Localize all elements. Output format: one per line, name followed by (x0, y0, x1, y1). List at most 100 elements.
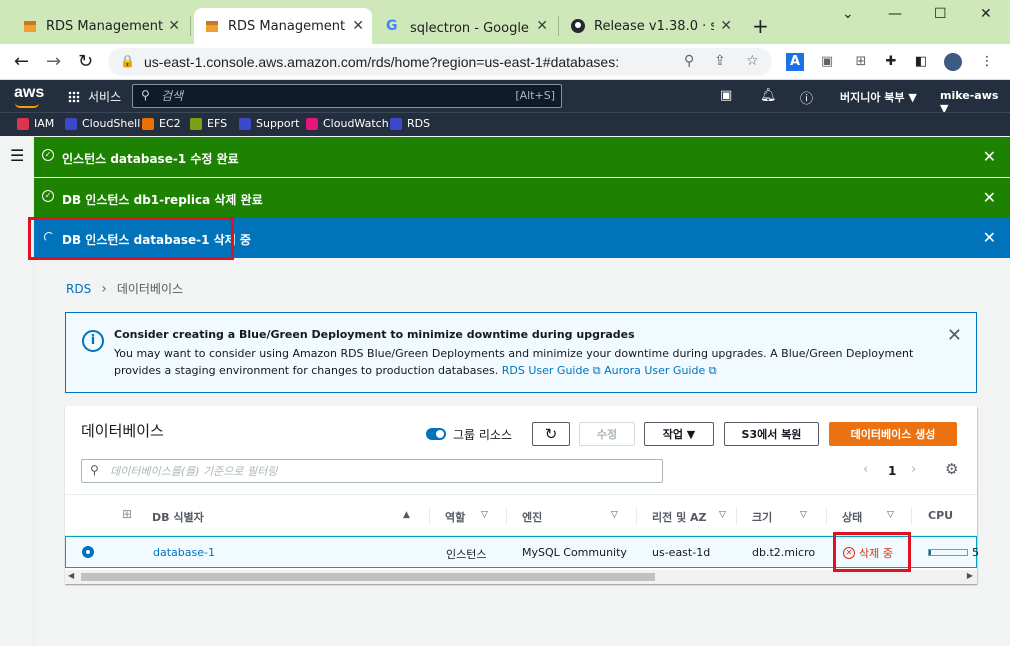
sort-icon[interactable]: ▽ (611, 510, 618, 520)
translate-extension-icon[interactable]: A (786, 53, 804, 71)
column-status[interactable]: 상태 (842, 509, 862, 525)
address-bar[interactable]: 🔒 us-east-1.console.aws.amazon.com/rds/h… (108, 48, 772, 76)
settings-gear-icon[interactable]: ⚙ (945, 460, 958, 478)
new-tab-icon[interactable]: + (752, 14, 769, 38)
column-db-identifier[interactable]: DB 식별자 (152, 509, 204, 525)
window-close-icon[interactable]: ✕ (980, 6, 992, 22)
flash-success: ✓ 인스턴스 database-1 수정 완료 ✕ (34, 137, 1010, 177)
column-cpu[interactable]: CPU (928, 509, 953, 522)
highlight-box (833, 532, 911, 572)
share-icon[interactable]: ⇪ (714, 53, 726, 69)
notifications-bell-icon[interactable]: 🔔︎ (760, 88, 777, 103)
dismiss-close-icon[interactable]: ✕ (983, 228, 996, 247)
dismiss-close-icon[interactable]: ✕ (983, 188, 996, 207)
page-number[interactable]: 1 (888, 464, 896, 478)
scrollbar-thumb[interactable] (81, 573, 655, 581)
tab-title: RDS Management Co (46, 18, 166, 34)
cloudwatch-icon (306, 117, 318, 130)
db-identifier-link[interactable]: database-1 (153, 546, 215, 559)
tab-search-icon[interactable]: ⌄ (842, 6, 854, 22)
favorite-support[interactable]: Support (239, 117, 299, 130)
column-role[interactable]: 역할 (445, 509, 465, 525)
favorite-iam[interactable]: IAM (17, 117, 54, 130)
maximize-icon[interactable]: ☐ (934, 6, 947, 22)
next-page-icon[interactable]: › (911, 462, 916, 477)
modify-button[interactable]: 수정 (579, 422, 635, 446)
column-region-az[interactable]: 리전 및 AZ (652, 509, 707, 525)
browser-toolbar: ← → ↻ 🔒 us-east-1.console.aws.amazon.com… (0, 44, 1010, 80)
filter-box[interactable]: ⚲ (81, 459, 663, 483)
favorites-bar: IAM CloudShell EC2 EFS Support CloudWatc… (0, 112, 1010, 136)
browser-tab[interactable]: G sqlectron - Google 검 ✕ (376, 8, 556, 44)
check-circle-icon: ✓ (42, 190, 54, 202)
scroll-left-icon[interactable]: ◀ (68, 571, 74, 580)
forward-icon[interactable]: → (46, 51, 61, 72)
lock-icon[interactable]: 🔒 (120, 54, 135, 68)
left-nav-rail (0, 136, 34, 646)
cloudshell-icon[interactable]: ▣ (720, 88, 732, 103)
close-icon[interactable]: ✕ (352, 18, 364, 34)
column-size[interactable]: 크기 (752, 509, 772, 525)
favorite-ec2[interactable]: EC2 (142, 117, 181, 130)
external-link-icon: ⧉ (592, 364, 601, 377)
avatar[interactable] (944, 53, 962, 71)
github-icon (570, 18, 586, 34)
rds-user-guide-link[interactable]: RDS User Guide ⧉ (502, 364, 601, 377)
side-panel-icon[interactable]: ◧ (912, 53, 930, 71)
column-engine[interactable]: 엔진 (522, 509, 542, 525)
extension-icon[interactable]: ▣ (818, 53, 836, 71)
aurora-user-guide-link[interactable]: Aurora User Guide ⧉ (604, 364, 717, 377)
previous-page-icon[interactable]: ‹ (863, 462, 868, 477)
browser-tab[interactable]: RDS Management Co ✕ (12, 8, 188, 44)
zoom-icon[interactable]: ⚲ (684, 53, 694, 69)
browser-tab-active[interactable]: RDS Management Co ✕ (194, 8, 372, 44)
bookmark-star-icon[interactable]: ☆ (746, 53, 759, 69)
close-icon[interactable]: ✕ (168, 18, 180, 34)
reload-icon[interactable]: ↻ (78, 51, 93, 72)
column-divider (429, 507, 430, 525)
url-text[interactable]: us-east-1.console.aws.amazon.com/rds/hom… (144, 54, 619, 70)
sort-icon[interactable]: ▽ (719, 510, 726, 520)
aws-logo[interactable]: aws (14, 84, 44, 108)
region-selector[interactable]: 버지니아 북부 ▼ (840, 89, 917, 105)
browser-tab[interactable]: Release v1.38.0 · sqle ✕ (560, 8, 740, 44)
favorite-efs[interactable]: EFS (190, 117, 227, 130)
refresh-button[interactable]: ↻ (532, 422, 570, 446)
sort-icon[interactable]: ▽ (887, 510, 894, 520)
favorite-cloudshell[interactable]: CloudShell (65, 117, 140, 130)
scroll-right-icon[interactable]: ▶ (967, 571, 973, 580)
panel-title: 데이터베이스 (81, 422, 164, 440)
favorite-cloudwatch[interactable]: CloudWatch (306, 117, 389, 130)
help-icon[interactable]: ⓘ (800, 88, 813, 107)
favorite-rds[interactable]: RDS (390, 117, 430, 130)
hamburger-menu-icon[interactable]: ☰ (10, 146, 24, 165)
breadcrumb-rds[interactable]: RDS (66, 282, 91, 296)
filter-input[interactable] (110, 463, 650, 479)
column-divider (911, 507, 912, 525)
back-icon[interactable]: ← (14, 51, 29, 72)
sort-ascending-icon[interactable]: ▲ (403, 510, 410, 520)
group-resources-toggle[interactable] (426, 428, 446, 440)
aws-search[interactable]: ⚲ [Alt+S] (132, 84, 562, 108)
restore-from-s3-button[interactable]: S3에서 복원 (724, 422, 819, 446)
row-select-radio[interactable] (82, 546, 94, 558)
minimize-icon[interactable]: — (888, 6, 902, 22)
create-database-button[interactable]: 데이터베이스 생성 (829, 422, 957, 446)
close-icon[interactable]: ✕ (720, 18, 732, 34)
actions-button[interactable]: 작업 ▼ (644, 422, 714, 446)
services-menu-button[interactable]: 서비스 (68, 88, 121, 105)
expand-all-icon[interactable]: ⊞ (122, 507, 132, 521)
more-menu-icon[interactable]: ⋮ (978, 53, 996, 71)
sort-icon[interactable]: ▽ (481, 510, 488, 520)
search-input[interactable] (161, 88, 501, 104)
column-divider (506, 507, 507, 525)
cell-region: us-east-1d (652, 546, 711, 559)
horizontal-scrollbar[interactable]: ◀ ▶ (65, 570, 977, 584)
close-icon[interactable]: ✕ (947, 325, 962, 346)
extension-icon[interactable]: ⊞ (852, 53, 870, 71)
dismiss-close-icon[interactable]: ✕ (983, 147, 996, 166)
close-icon[interactable]: ✕ (536, 18, 548, 34)
sort-icon[interactable]: ▽ (800, 510, 807, 520)
cloudshell-icon (65, 117, 77, 130)
puzzle-icon[interactable]: ✚ (882, 53, 900, 71)
